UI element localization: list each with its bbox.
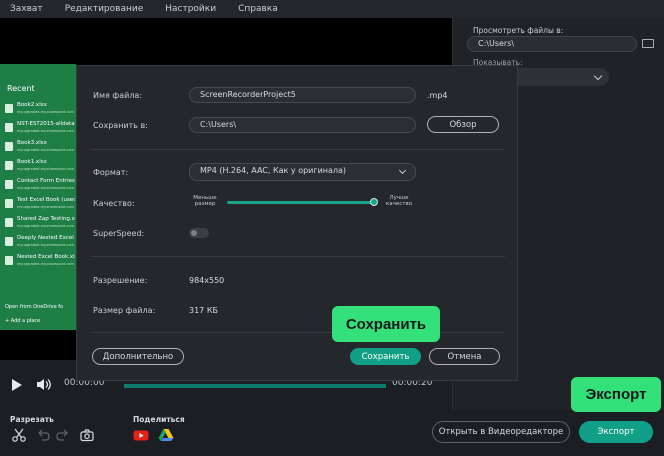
thumbnail-add-place-text: + Add a place (5, 318, 41, 324)
thumbnail-file-name: Contact Form Entries (17, 178, 75, 184)
undo-icon[interactable] (36, 428, 50, 442)
thumbnail-file-location: myupgraded-my.sharepoint.com (17, 167, 74, 171)
excel-file-icon (5, 104, 13, 113)
thumbnail-file-item: Deeply Nested Excel Fi myupgraded-my.shar… (5, 235, 75, 251)
google-drive-icon[interactable] (158, 428, 174, 442)
timeline-track[interactable] (124, 384, 386, 388)
menu-settings[interactable]: Настройки (165, 4, 216, 14)
thumbnail-onedrive-text: Open from OneDrive fo (5, 304, 64, 310)
divider (91, 149, 505, 150)
thumbnail-file-name: Shared Zap Testing.xl (17, 216, 75, 222)
play-icon[interactable] (12, 379, 22, 391)
advanced-button[interactable]: Дополнительно (92, 348, 184, 365)
excel-file-icon (5, 180, 13, 189)
chevron-down-icon (593, 71, 603, 81)
thumbnail-file-location: myupgraded-my.sharepoint.com (17, 129, 74, 133)
thumbnail-file-item: Nested Excel Book.xls myupgraded-my.share… (5, 254, 75, 270)
thumbnail-file-name: Book1.xlsx (17, 159, 47, 165)
menu-edit[interactable]: Редактирование (65, 4, 144, 14)
excel-file-icon (5, 142, 13, 151)
format-dropdown-value: MP4 (H.264, AAC, Как у оригинала) (200, 166, 347, 175)
quality-slider-handle[interactable] (370, 198, 378, 206)
menu-bar: Захват Редактирование Настройки Справка (0, 0, 664, 18)
thumbnail-file-item: Book1.xlsx myupgraded-my.sharepoint.com (5, 159, 75, 175)
save-tooltip: Сохранить (332, 306, 440, 342)
thumbnail-file-location: myupgraded-my.sharepoint.com (17, 110, 74, 114)
superspeed-label: SuperSpeed: (93, 229, 145, 238)
export-tooltip: Экспорт (571, 377, 661, 412)
export-dialog: Имя файла: ScreenRecorderProject5 .mp4 С… (76, 65, 518, 381)
excel-file-icon (5, 123, 13, 132)
thumbnail-file-location: myupgraded-my.sharepoint.com (17, 205, 74, 209)
video-thumbnail: Recent Open from OneDrive fo + Add a pla… (0, 64, 76, 330)
chevron-down-icon (398, 166, 407, 175)
thumbnail-file-item: NST-EST2015-alldata myupgraded-my.sharepo… (5, 121, 75, 137)
filesize-label: Размер файла: (93, 306, 156, 315)
resolution-value: 984x550 (189, 276, 225, 285)
toggle-knob (191, 230, 197, 236)
thumbnail-file-item: Shared Zap Testing.xl myupgraded-my.share… (5, 216, 75, 232)
excel-file-icon (5, 161, 13, 170)
camera-icon[interactable] (80, 428, 94, 442)
redo-icon[interactable] (56, 428, 70, 442)
app-window: Захват Редактирование Настройки Справка … (0, 0, 664, 456)
excel-file-icon (5, 218, 13, 227)
thumbnail-recent-heading: Recent (7, 84, 35, 93)
thumbnail-file-name: Book3.xlsx (17, 140, 47, 146)
divider (91, 256, 505, 257)
thumbnail-file-location: myupgraded-my.sharepoint.com (17, 186, 74, 190)
youtube-icon[interactable] (133, 428, 149, 442)
filename-label: Имя файла: (93, 91, 143, 100)
export-button[interactable]: Экспорт (579, 421, 653, 443)
thumbnail-file-name: Deeply Nested Excel Fi (17, 235, 75, 241)
folder-icon[interactable] (642, 39, 654, 48)
format-dropdown[interactable]: MP4 (H.264, AAC, Как у оригинала) (189, 163, 416, 181)
save-in-label: Сохранить в: (93, 121, 148, 130)
browse-button[interactable]: Обзор (427, 116, 499, 133)
thumbnail-file-location: myupgraded-my.sharepoint.com (17, 224, 74, 228)
excel-file-icon (5, 237, 13, 246)
thumbnail-file-item: Test Excel Book (used myupgraded-my.share… (5, 197, 75, 213)
divider (91, 332, 505, 333)
superspeed-toggle[interactable] (189, 228, 209, 238)
quality-smaller-size-label: Меньше размер (193, 195, 217, 207)
quality-slider-track[interactable] (227, 201, 375, 204)
bottom-toolbar: Разрезать Поделиться Открыть в Видеореда… (0, 410, 664, 456)
thumbnail-file-name: Nested Excel Book.xls (17, 254, 75, 260)
open-in-editor-button[interactable]: Открыть в Видеоредакторе (432, 421, 570, 443)
menu-capture[interactable]: Захват (10, 4, 43, 14)
quality-better-label: Лучше качество (385, 195, 413, 207)
thumbnail-file-item: Contact Form Entries myupgraded-my.sharep… (5, 178, 75, 194)
thumbnail-file-item: Book2.xlsx myupgraded-my.sharepoint.com (5, 102, 75, 118)
thumbnail-file-item: Book3.xlsx myupgraded-my.sharepoint.com (5, 140, 75, 156)
filesize-value: 317 КБ (189, 306, 218, 315)
thumbnail-file-name: Book2.xlsx (17, 102, 47, 108)
format-label: Формат: (93, 168, 129, 177)
thumbnail-file-location: myupgraded-my.sharepoint.com (17, 148, 74, 152)
thumbnail-file-location: myupgraded-my.sharepoint.com (17, 262, 74, 266)
thumbnail-file-name: Test Excel Book (used (17, 197, 75, 203)
save-in-path-input[interactable]: C:\Users\ (189, 117, 416, 133)
save-button[interactable]: Сохранить (350, 348, 421, 365)
quality-label: Качество: (93, 199, 135, 208)
share-section-label: Поделиться (133, 415, 185, 424)
menu-help[interactable]: Справка (238, 4, 278, 14)
file-extension: .mp4 (427, 91, 448, 100)
excel-file-icon (5, 256, 13, 265)
scissors-icon[interactable] (12, 428, 26, 442)
filename-input[interactable]: ScreenRecorderProject5 (189, 87, 416, 103)
view-files-path-field[interactable]: C:\Users\ (467, 36, 637, 52)
thumbnail-file-location: myupgraded-my.sharepoint.com (17, 243, 74, 247)
excel-file-icon (5, 199, 13, 208)
volume-icon[interactable] (36, 378, 52, 391)
resolution-label: Разрешение: (93, 276, 148, 285)
view-files-label: Просмотреть файлы в: (473, 26, 564, 35)
cancel-button[interactable]: Отмена (429, 348, 500, 365)
thumbnail-file-name: NST-EST2015-alldata (17, 121, 75, 127)
cut-section-label: Разрезать (10, 415, 54, 424)
